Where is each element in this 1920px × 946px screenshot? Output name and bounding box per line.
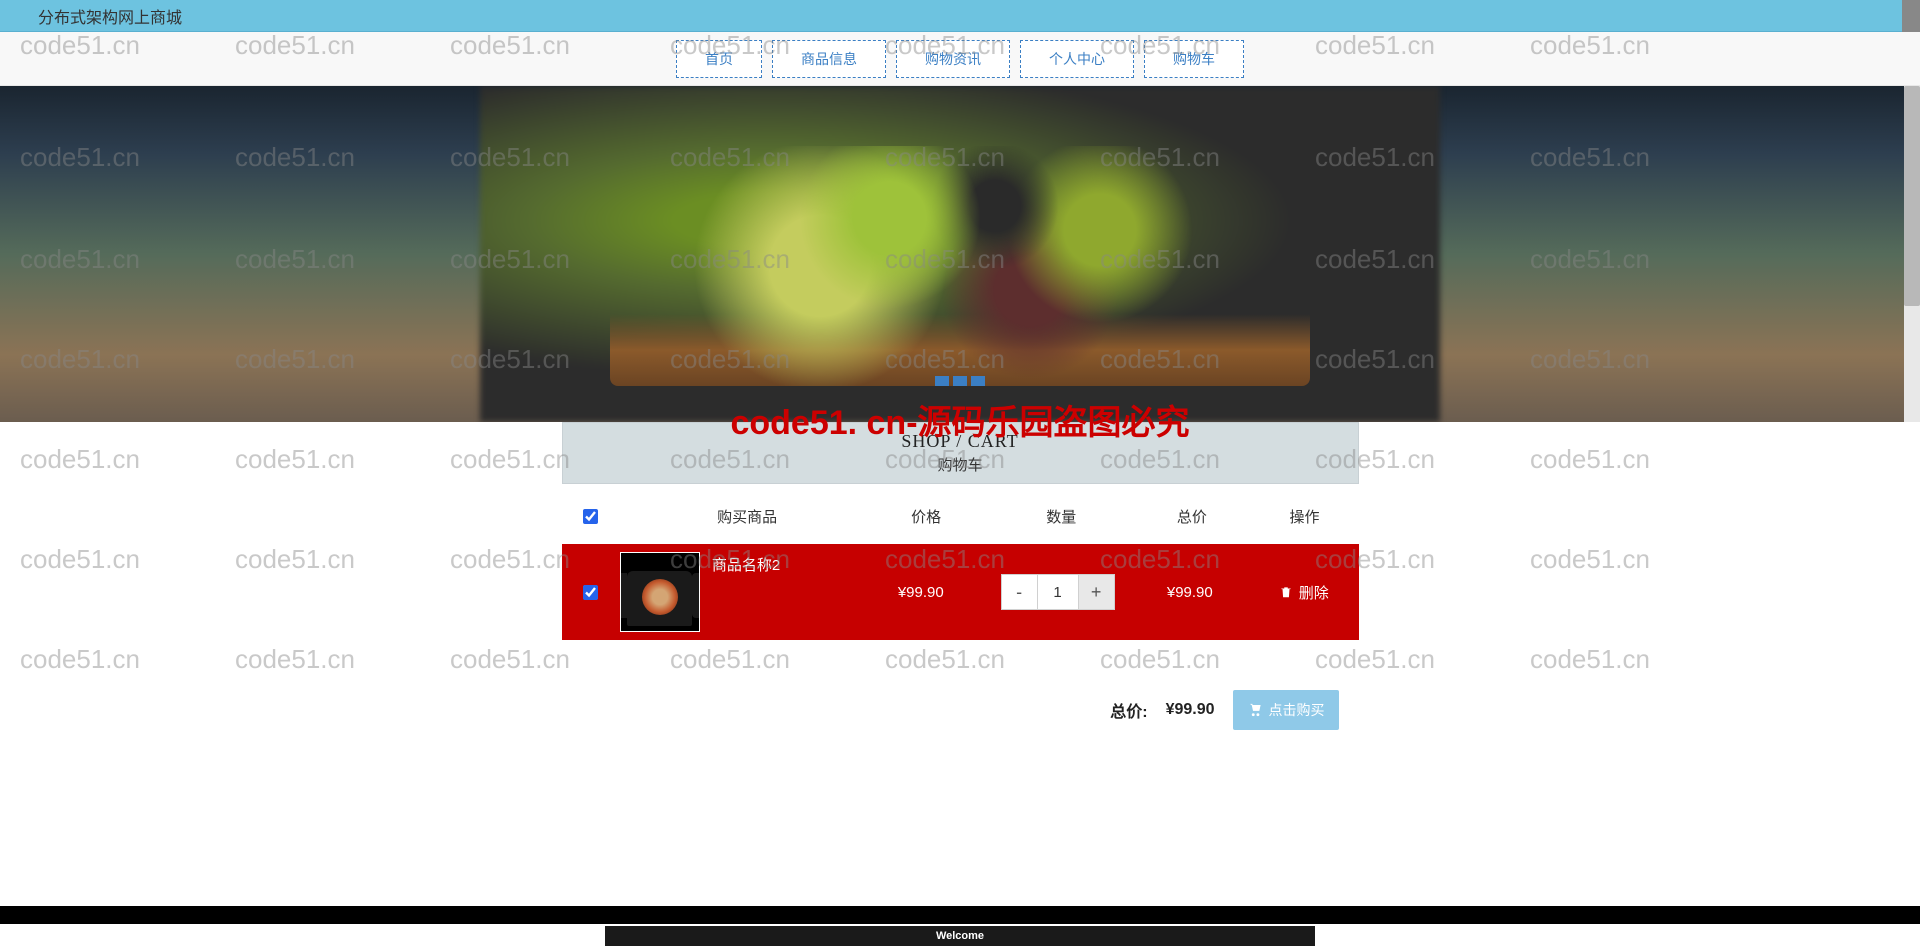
- col-op: 操作: [1250, 506, 1358, 527]
- summary-amount: ¥99.90: [1166, 701, 1215, 719]
- hero-banner: [0, 86, 1920, 422]
- item-price: ¥99.90: [857, 584, 985, 601]
- nav-news[interactable]: 购物资讯: [896, 40, 1010, 78]
- cart-title-cn: 购物车: [937, 454, 982, 475]
- watermark: code51.cn: [450, 644, 570, 675]
- summary-label: 总价:: [1110, 698, 1147, 722]
- qty-plus-button[interactable]: +: [1078, 575, 1114, 609]
- watermark: code51.cn: [235, 444, 355, 475]
- delete-label: 删除: [1299, 582, 1329, 603]
- watermark: code51.cn: [235, 544, 355, 575]
- checkout-button[interactable]: 点击购买: [1233, 690, 1339, 730]
- watermark: code51.cn: [235, 644, 355, 675]
- product-thumbnail[interactable]: [620, 552, 700, 632]
- footer-bar: [0, 906, 1920, 924]
- nav-account[interactable]: 个人中心: [1020, 40, 1134, 78]
- trash-icon: [1279, 585, 1293, 599]
- watermark: code51.cn: [20, 644, 140, 675]
- col-total: 总价: [1133, 506, 1250, 527]
- watermark: code51.cn: [20, 444, 140, 475]
- cart-summary: 总价: ¥99.90 点击购买: [562, 690, 1359, 730]
- checkout-label: 点击购买: [1269, 700, 1325, 720]
- qty-input[interactable]: [1038, 575, 1078, 609]
- nav-home[interactable]: 首页: [676, 40, 762, 78]
- item-total: ¥99.90: [1131, 584, 1250, 601]
- product-name[interactable]: 商品名称2: [712, 552, 780, 575]
- nav-products[interactable]: 商品信息: [772, 40, 886, 78]
- delete-button[interactable]: 删除: [1249, 582, 1358, 603]
- scrollbar-thumb[interactable]: [1904, 86, 1920, 306]
- scrollbar-stub: [1902, 0, 1920, 32]
- main-nav: 首页 商品信息 购物资讯 个人中心 购物车: [0, 32, 1920, 86]
- col-product: 购买商品: [619, 506, 863, 527]
- cart-table-header: 购买商品 价格 数量 总价 操作: [562, 488, 1359, 544]
- top-bar: 分布式架构网上商城: [0, 0, 1920, 32]
- cart-title-en: SHOP / CART: [901, 431, 1018, 452]
- watermark: code51.cn: [20, 544, 140, 575]
- watermark: code51.cn: [450, 444, 570, 475]
- cart-page-heading: SHOP / CART 购物车: [562, 422, 1359, 484]
- cart-item-row: 商品名称2 ¥99.90 - + ¥99.90 删除: [562, 544, 1359, 640]
- qty-minus-button[interactable]: -: [1002, 575, 1038, 609]
- watermark: code51.cn: [450, 544, 570, 575]
- watermark: code51.cn: [1530, 444, 1650, 475]
- footer-welcome: Welcome: [605, 924, 1315, 946]
- watermark: code51.cn: [1530, 644, 1650, 675]
- col-price: 价格: [863, 506, 989, 527]
- nav-cart[interactable]: 购物车: [1144, 40, 1244, 78]
- col-qty: 数量: [989, 506, 1133, 527]
- select-all-checkbox[interactable]: [583, 509, 598, 524]
- quantity-stepper: - +: [1001, 574, 1115, 610]
- site-title: 分布式架构网上商城: [38, 4, 182, 28]
- item-checkbox[interactable]: [583, 585, 598, 600]
- cart-icon: [1247, 703, 1263, 717]
- watermark: code51.cn: [1530, 544, 1650, 575]
- carousel-indicators[interactable]: [935, 376, 985, 386]
